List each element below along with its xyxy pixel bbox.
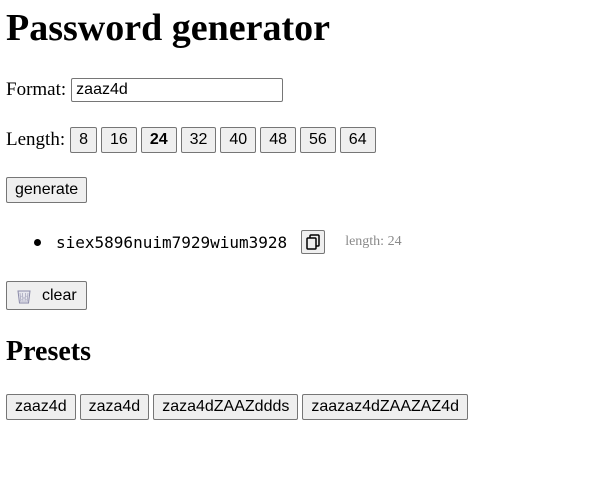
length-option-16[interactable]: 16 [101, 127, 137, 153]
preset-button[interactable]: zaza4d [79, 394, 150, 420]
length-label: Length: [6, 129, 66, 150]
length-option-48[interactable]: 48 [260, 127, 296, 153]
clear-button[interactable]: clear [6, 281, 87, 310]
password-length-note: length: 24 [345, 234, 402, 249]
length-row: Length: 8 16 24 32 40 48 56 64 [6, 127, 380, 153]
length-option-64[interactable]: 64 [339, 127, 376, 153]
clear-row: clear [6, 281, 87, 310]
generate-button[interactable]: generate [6, 177, 88, 203]
length-option-40[interactable]: 40 [220, 127, 257, 153]
copy-icon [306, 234, 320, 250]
length-option-24[interactable]: 24 [140, 127, 177, 153]
wastebasket-icon [17, 290, 31, 303]
presets-row: zaaz4d zaza4d zaza4dZAAZddds zaazaz4dZAAZAZ… [6, 394, 472, 420]
generated-password: siex5896nuim7929wium3928 [56, 232, 288, 252]
format-input[interactable] [71, 78, 284, 102]
preset-button[interactable]: zaazaz4dZAAZAZ4d [302, 394, 468, 420]
preset-button[interactable]: zaaz4d [6, 394, 76, 420]
length-options: 8 16 24 32 40 48 56 64 [70, 127, 379, 153]
length-option-8[interactable]: 8 [70, 127, 98, 153]
copy-button[interactable] [301, 230, 326, 254]
preset-button[interactable]: zaza4dZAAZddds [153, 394, 299, 420]
length-option-56[interactable]: 56 [300, 127, 336, 153]
list-bullet [34, 238, 41, 246]
page-title: Password generator [6, 7, 330, 49]
list-item: siex5896nuim7929wium3928 length: 24 [34, 230, 402, 254]
generate-row: generate [6, 177, 88, 203]
presets-heading: Presets [6, 336, 91, 367]
clear-label: clear [42, 286, 77, 304]
format-row: Format: [6, 78, 284, 102]
format-label: Format: [6, 79, 67, 100]
length-option-32[interactable]: 32 [180, 127, 217, 153]
